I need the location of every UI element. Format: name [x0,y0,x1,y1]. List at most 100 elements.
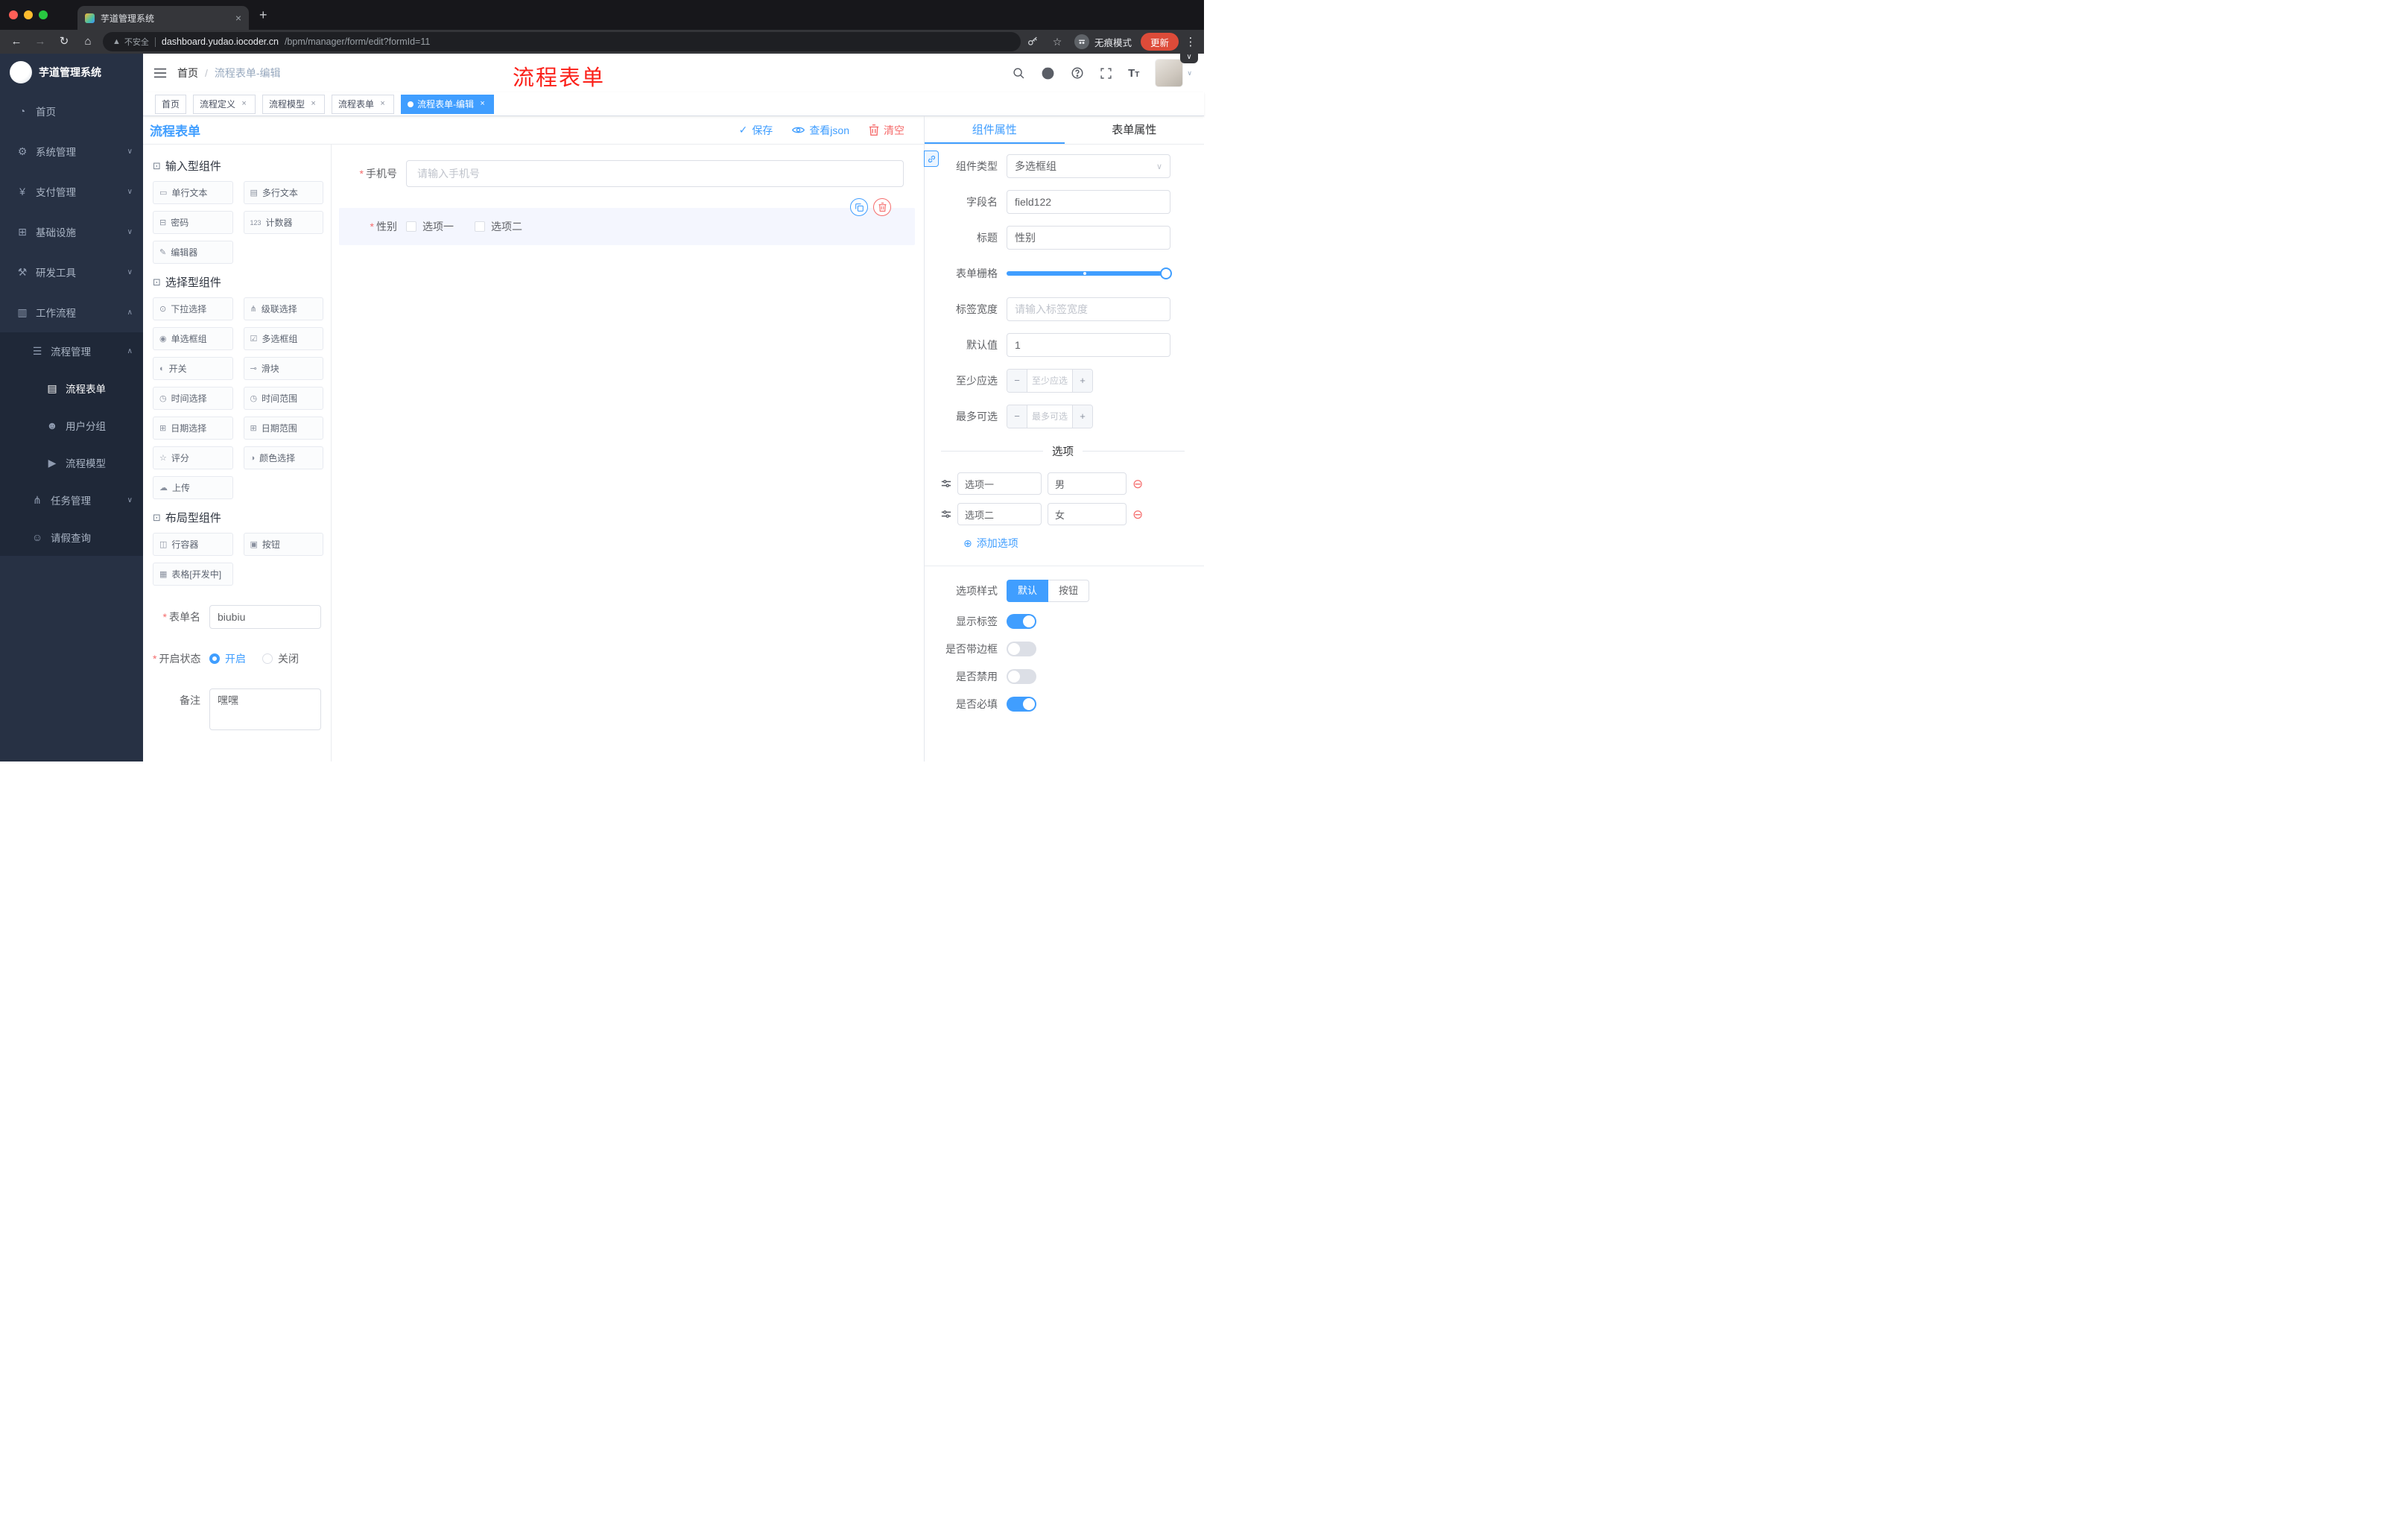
zoom-window-button[interactable] [39,10,48,19]
new-tab-button[interactable]: + [259,7,267,23]
sidebar-item-system[interactable]: ⚙ 系统管理 ∨ [0,131,143,171]
plus-icon[interactable]: + [1072,370,1092,392]
form-name-input[interactable] [209,605,321,629]
palette-item-button[interactable]: ▣ 按钮 [243,533,323,556]
forward-icon[interactable]: → [31,33,49,51]
remove-option-icon[interactable]: ⊖ [1132,478,1143,490]
breadcrumb-home[interactable]: 首页 [177,66,198,80]
home-icon[interactable]: ⌂ [79,33,97,51]
palette-item-select[interactable]: ⊙ 下拉选择 [153,297,233,320]
search-icon[interactable] [1013,67,1025,80]
sidebar-item-process-mgmt[interactable]: ☰ 流程管理 ∧ [0,332,143,370]
link-icon[interactable] [924,151,939,167]
browser-menu-icon[interactable]: ⋮ [1185,35,1197,48]
form-remark-textarea[interactable]: 嘿嘿 [209,688,321,730]
gender-option-1[interactable]: 选项一 [406,219,454,234]
field-name-input[interactable] [1007,190,1170,214]
tab-form-props[interactable]: 表单属性 [1065,116,1205,144]
palette-item-counter[interactable]: 123 计数器 [243,211,323,234]
disabled-toggle[interactable] [1007,669,1036,684]
palette-item-password[interactable]: ⊟ 密码 [153,211,233,234]
border-toggle[interactable] [1007,642,1036,656]
palette-item-upload[interactable]: ☁ 上传 [153,476,233,499]
add-option-button[interactable]: ⊕ 添加选项 [963,536,1185,551]
sidebar-item-workflow[interactable]: ▥ 工作流程 ∧ [0,292,143,332]
help-icon[interactable] [1071,66,1084,80]
style-default-button[interactable]: 默认 [1007,580,1049,602]
tag-process-definition[interactable]: 流程定义 × [193,94,256,114]
option-label-input[interactable] [957,503,1042,525]
save-button[interactable]: ✓ 保存 [739,123,773,138]
sidebar-item-home[interactable]: ◔ 首页 [0,91,143,131]
sidebar-item-process-form[interactable]: ▤ 流程表单 [0,370,143,407]
component-type-select[interactable]: 多选框组 ∨ [1007,154,1170,178]
palette-item-date-picker[interactable]: ⊞ 日期选择 [153,417,233,440]
sidebar-item-infra[interactable]: ⊞ 基础设施 ∨ [0,212,143,252]
canvas-field-phone[interactable]: 手机号 [339,160,915,187]
minimize-window-button[interactable] [24,10,33,19]
view-json-button[interactable]: 查看json [792,123,849,138]
sidebar-item-process-model[interactable]: ▶ 流程模型 [0,444,143,481]
palette-item-switch[interactable]: ◐ 开关 [153,357,233,380]
back-icon[interactable]: ← [7,33,25,51]
status-radio-on[interactable]: 开启 [209,651,246,666]
palette-item-cascader[interactable]: ⋔ 级联选择 [243,297,323,320]
password-key-icon[interactable] [1027,36,1043,48]
minus-icon[interactable]: − [1007,405,1027,428]
default-value-input[interactable] [1007,333,1170,357]
clear-button[interactable]: 清空 [869,123,904,138]
palette-item-editor[interactable]: ✎ 编辑器 [153,241,233,264]
copy-field-button[interactable] [850,198,868,216]
sidebar-item-user-group[interactable]: ☻ 用户分组 [0,407,143,444]
palette-item-color-picker[interactable]: ◑ 颜色选择 [243,446,323,469]
sidebar-item-dev-tools[interactable]: ⚒ 研发工具 ∨ [0,252,143,292]
phone-input[interactable] [406,160,904,187]
palette-item-slider[interactable]: ⊸ 滑块 [243,357,323,380]
update-button[interactable]: 更新 [1140,33,1179,51]
address-bar[interactable]: ▲ 不安全 dashboard.yudao.iocoder.cn/bpm/man… [103,32,1021,51]
fullscreen-icon[interactable] [1100,67,1112,80]
bookmark-star-icon[interactable]: ☆ [1049,36,1065,48]
stepper-placeholder[interactable]: 至少应选 [1027,370,1072,392]
palette-item-row-container[interactable]: ◫ 行容器 [153,533,233,556]
close-icon[interactable]: × [478,99,487,109]
remove-option-icon[interactable]: ⊖ [1132,508,1143,521]
status-radio-off[interactable]: 关闭 [262,651,299,666]
tab-component-props[interactable]: 组件属性 [925,116,1065,144]
palette-item-checkbox-group[interactable]: ☑ 多选框组 [243,327,323,350]
browser-tab[interactable]: 芋道管理系统 × [77,6,249,30]
sidebar-item-leave-query[interactable]: ☺ 请假查询 [0,519,143,556]
drag-handle-icon[interactable] [941,478,951,489]
show-label-toggle[interactable] [1007,614,1036,629]
palette-item-table[interactable]: ▦ 表格[开发中] [153,563,233,586]
github-icon[interactable] [1041,66,1055,80]
close-icon[interactable]: × [239,99,249,109]
close-window-button[interactable] [9,10,18,19]
option-value-input[interactable] [1048,503,1127,525]
palette-item-radio-group[interactable]: ◉ 单选框组 [153,327,233,350]
reload-icon[interactable]: ↻ [55,33,73,51]
palette-item-rate[interactable]: ☆ 评分 [153,446,233,469]
style-button-button[interactable]: 按钮 [1048,580,1090,602]
palette-item-single-text[interactable]: ▭ 单行文本 [153,181,233,204]
slider-handle[interactable] [1160,267,1172,279]
plus-icon[interactable]: + [1072,405,1092,428]
gender-option-2[interactable]: 选项二 [475,219,522,234]
tab-close-icon[interactable]: × [235,13,241,23]
sidebar-item-pay[interactable]: ¥ 支付管理 ∨ [0,171,143,212]
required-toggle[interactable] [1007,697,1036,712]
stepper-placeholder[interactable]: 最多可选 [1027,405,1072,428]
sidebar-item-task-mgmt[interactable]: ⋔ 任务管理 ∨ [0,481,143,519]
tag-home[interactable]: 首页 [155,94,187,114]
form-canvas[interactable]: 手机号 性别 选项一 选项二 [332,145,924,762]
tag-process-model[interactable]: 流程模型 × [262,94,326,114]
option-value-input[interactable] [1048,472,1127,495]
chevron-down-icon[interactable]: ∨ [1180,52,1198,63]
tag-process-form-edit[interactable]: 流程表单-编辑 × [401,94,495,114]
label-width-input[interactable] [1007,297,1170,321]
tag-process-form[interactable]: 流程表单 × [332,94,395,114]
security-warning[interactable]: ▲ 不安全 [113,36,149,48]
option-label-input[interactable] [957,472,1042,495]
palette-item-time-range[interactable]: ◷ 时间范围 [243,387,323,410]
delete-field-button[interactable] [873,198,891,216]
